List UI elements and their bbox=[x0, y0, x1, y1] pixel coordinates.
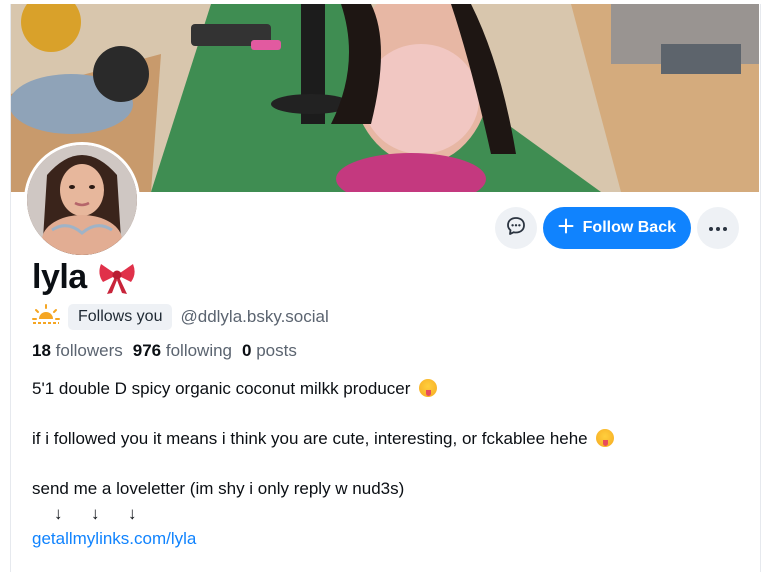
bio-line: if i followed you it means i think you a… bbox=[32, 426, 615, 451]
bow-emoji bbox=[97, 260, 137, 296]
follow-back-label: Follow Back bbox=[582, 219, 676, 236]
display-name: lyla bbox=[32, 258, 87, 296]
posts-count: 0 bbox=[242, 341, 252, 360]
message-button[interactable] bbox=[494, 207, 537, 249]
followers-label: followers bbox=[55, 341, 123, 360]
down-arrow: ↓ bbox=[91, 504, 100, 523]
down-arrow: ↓ bbox=[128, 504, 137, 523]
avatar-image bbox=[27, 145, 137, 255]
tongue-face-emoji bbox=[596, 429, 615, 447]
following-stat[interactable]: 976 following bbox=[133, 341, 232, 361]
followers-count: 18 bbox=[32, 341, 51, 360]
profile-actions: Follow Back bbox=[494, 207, 739, 249]
chat-bubble-icon bbox=[505, 215, 527, 242]
avatar[interactable] bbox=[24, 142, 140, 258]
bio-line: send me a loveletter (im shy i only repl… bbox=[32, 479, 405, 498]
more-options-button[interactable] bbox=[697, 207, 739, 249]
bio-link[interactable]: getallmylinks.com/lyla bbox=[32, 529, 196, 548]
follow-back-button[interactable]: Follow Back bbox=[542, 207, 691, 249]
profile-bio: 5'1 double D spicy organic coconut milkk… bbox=[32, 376, 615, 551]
name-row: lyla bbox=[32, 258, 137, 297]
posts-label: posts bbox=[256, 341, 297, 360]
down-arrow: ↓ bbox=[54, 504, 63, 523]
tongue-face-emoji bbox=[419, 379, 438, 397]
posts-stat: 0 posts bbox=[242, 341, 297, 361]
bio-line: 5'1 double D spicy organic coconut milkk… bbox=[32, 376, 614, 401]
sun-icon bbox=[32, 303, 60, 330]
bio-line-text: 5'1 double D spicy organic coconut milkk… bbox=[32, 379, 411, 398]
profile-handle: @ddlyla.bsky.social bbox=[180, 306, 329, 326]
followers-stat[interactable]: 18 followers bbox=[32, 341, 123, 361]
following-count: 976 bbox=[132, 341, 162, 360]
ellipsis-icon bbox=[708, 219, 728, 237]
profile-stats: 18 followers 976 following 0 posts bbox=[32, 341, 297, 361]
follows-you-badge: Follows you bbox=[68, 303, 173, 330]
bio-line-text: if i followed you it means i think you a… bbox=[32, 429, 588, 448]
meta-row: Follows you @ddlyla.bsky.social bbox=[32, 303, 329, 330]
bio-arrows: ↓ ↓ ↓ bbox=[32, 501, 614, 526]
following-label: following bbox=[165, 341, 233, 360]
plus-icon bbox=[558, 218, 574, 239]
